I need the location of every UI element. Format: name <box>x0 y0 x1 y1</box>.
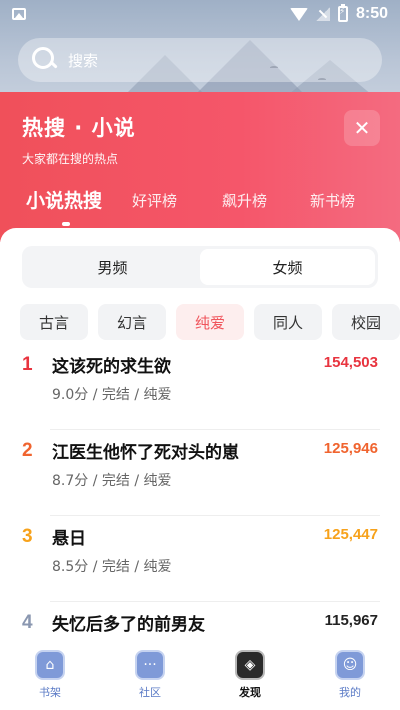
rank-number: 2 <box>22 440 33 461</box>
gender-female-option[interactable]: 女频 <box>200 249 375 285</box>
status-bar: 8:50 <box>0 0 400 28</box>
chip-fantasy-romance[interactable]: 幻言 <box>98 304 166 340</box>
ranking-list: 1 这该死的求生欲 9.0分 / 完结 / 纯爱 154,503 2 江医生他怀… <box>0 344 400 688</box>
book-meta: 9.0分 / 完结 / 纯爱 <box>52 387 172 403</box>
search-icon <box>32 47 58 73</box>
rank-number: 4 <box>22 612 33 633</box>
ranking-tabs: 小说热搜 好评榜 飙升榜 新书榜 <box>0 184 400 224</box>
nav-label: 社区 <box>139 686 161 699</box>
ranking-item[interactable]: 1 这该死的求生欲 9.0分 / 完结 / 纯爱 154,503 <box>0 344 400 430</box>
hot-search-header: 热搜 · 小说 大家都在搜的热点 ✕ 小说热搜 好评榜 飙升榜 新书榜 <box>0 92 400 242</box>
chip-campus[interactable]: 校园 <box>332 304 400 340</box>
ranking-item[interactable]: 2 江医生他怀了死对头的崽 8.7分 / 完结 / 纯爱 125,946 <box>0 430 400 516</box>
page-subtitle: 大家都在搜的热点 <box>22 152 119 166</box>
chip-fanfic[interactable]: 同人 <box>254 304 322 340</box>
gender-male-option[interactable]: 男频 <box>25 249 200 285</box>
nav-discover[interactable]: ◈ 发现 <box>200 640 300 710</box>
status-time: 8:50 <box>355 5 388 22</box>
battery-charging-icon <box>337 4 348 22</box>
chat-icon: ··· <box>135 650 165 680</box>
book-title: 失忆后多了的前男友 <box>52 615 205 635</box>
nav-bookshelf[interactable]: ⌂ 书架 <box>0 640 100 710</box>
nav-community[interactable]: ··· 社区 <box>100 640 200 710</box>
heat-value: 115,967 <box>324 612 378 629</box>
search-placeholder: 搜索 <box>68 51 99 70</box>
nav-label: 发现 <box>239 686 261 699</box>
search-bar[interactable]: 搜索 <box>18 38 382 82</box>
picture-icon <box>12 8 26 20</box>
nav-label: 书架 <box>39 686 61 699</box>
tab-new-books[interactable]: 新书榜 <box>310 190 355 211</box>
tab-novel-hot[interactable]: 小说热搜 <box>26 186 102 213</box>
tab-top-rated[interactable]: 好评榜 <box>132 190 177 211</box>
heat-value: 125,946 <box>323 440 378 457</box>
heat-value: 154,503 <box>323 354 378 371</box>
home-icon: ⌂ <box>35 650 65 680</box>
close-icon: ✕ <box>353 116 371 140</box>
bottom-nav: ⌂ 书架 ··· 社区 ◈ 发现 ☺ 我的 <box>0 640 400 710</box>
ranking-item[interactable]: 3 悬日 8.5分 / 完结 / 纯爱 125,447 <box>0 516 400 602</box>
compass-icon: ◈ <box>235 650 265 680</box>
heat-value: 125,447 <box>323 526 378 543</box>
book-title: 悬日 <box>52 529 86 549</box>
book-title: 这该死的求生欲 <box>52 357 171 377</box>
signal-off-icon <box>315 7 330 21</box>
close-button[interactable]: ✕ <box>344 110 380 146</box>
rank-number: 1 <box>22 354 33 375</box>
rank-number: 3 <box>22 526 33 547</box>
tab-rising[interactable]: 飙升榜 <box>222 190 267 211</box>
gender-switch: 男频 女频 <box>22 246 378 288</box>
user-icon: ☺ <box>335 650 365 680</box>
ranking-content: 男频 女频 古言 幻言 纯爱 同人 校园 1 这该死的求生欲 9.0分 / 完结… <box>0 228 400 710</box>
nav-profile[interactable]: ☺ 我的 <box>300 640 400 710</box>
nav-label: 我的 <box>339 686 361 699</box>
wifi-icon <box>289 7 308 21</box>
chip-ancient-romance[interactable]: 古言 <box>20 304 88 340</box>
tab-indicator <box>62 222 70 226</box>
book-title: 江医生他怀了死对头的崽 <box>52 443 239 463</box>
chip-bl[interactable]: 纯爱 <box>176 304 244 340</box>
book-meta: 8.5分 / 完结 / 纯爱 <box>52 559 172 575</box>
book-meta: 8.7分 / 完结 / 纯爱 <box>52 473 172 489</box>
category-chips: 古言 幻言 纯爱 同人 校园 <box>20 304 400 340</box>
page-title: 热搜 · 小说 <box>22 116 136 140</box>
